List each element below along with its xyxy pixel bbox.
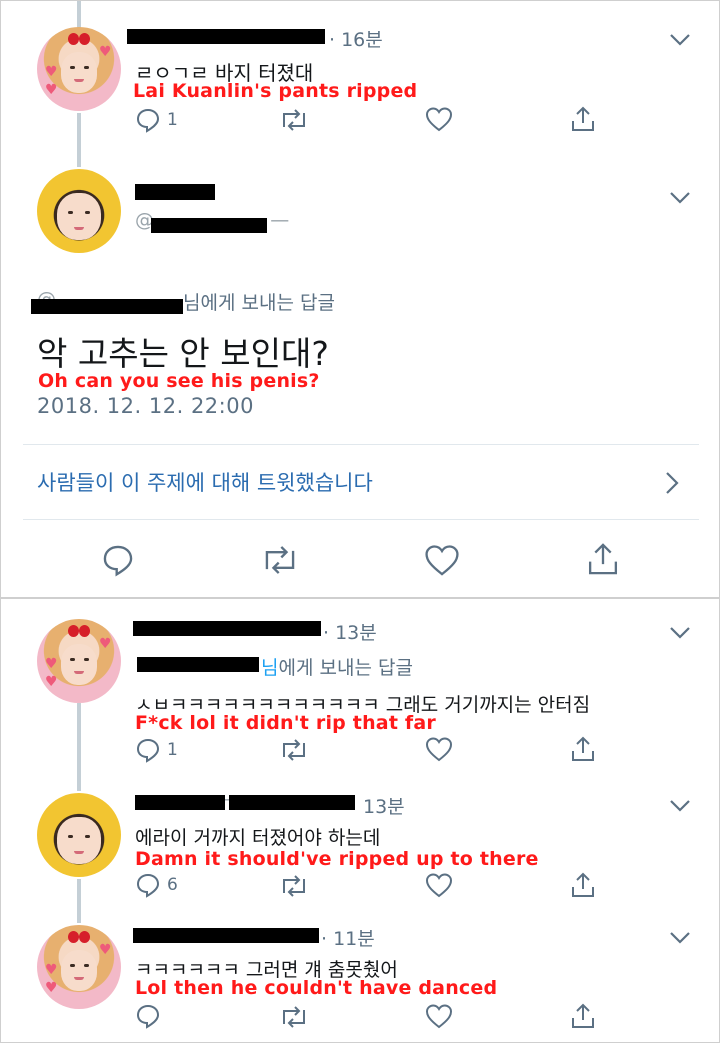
reply-button[interactable]: 1 bbox=[135, 737, 178, 763]
bow-icon bbox=[68, 33, 90, 45]
reply-icon bbox=[136, 738, 160, 763]
share-button[interactable] bbox=[569, 735, 597, 763]
reply-icon bbox=[103, 545, 133, 577]
like-icon bbox=[425, 873, 453, 898]
tweet-detail-panel: ♥ ♥ ♥ — — — — — — — · 16분 ㄹㅇㄱㄹ 바지 터졌대 La… bbox=[0, 0, 720, 598]
translation-caption: F*ck lol it didn't rip that far bbox=[135, 712, 436, 734]
like-button[interactable] bbox=[425, 1003, 453, 1029]
heart-decoration-icon: ♥ bbox=[99, 44, 112, 60]
retweet-icon bbox=[283, 1006, 305, 1028]
thread-line bbox=[77, 1, 81, 29]
avatar[interactable] bbox=[37, 793, 121, 877]
like-button[interactable] bbox=[425, 872, 453, 898]
like-icon bbox=[425, 737, 453, 762]
thread-line bbox=[77, 113, 81, 167]
thread-line bbox=[77, 879, 81, 923]
translation-caption: Oh can you see his penis? bbox=[38, 370, 320, 392]
heart-decoration-icon: ♥ bbox=[45, 980, 58, 996]
tweet-time: · 16분 bbox=[329, 29, 383, 51]
chevron-down-icon[interactable] bbox=[669, 799, 691, 813]
main-tweet-text: 악 고추는 안 보인대? bbox=[37, 334, 329, 373]
like-button[interactable] bbox=[425, 106, 453, 132]
tweet-time: · 13분 bbox=[323, 622, 377, 644]
mention-link[interactable]: 님 bbox=[261, 657, 278, 679]
reply-button[interactable]: 1 bbox=[135, 107, 178, 133]
share-icon bbox=[572, 736, 594, 761]
like-button[interactable] bbox=[424, 543, 460, 577]
retweet-icon bbox=[283, 875, 305, 897]
chevron-down-icon[interactable] bbox=[669, 191, 691, 205]
retweet-icon bbox=[265, 546, 295, 574]
like-icon bbox=[425, 545, 459, 576]
reply-count: 1 bbox=[167, 110, 178, 130]
tweet-time: · 11분 bbox=[321, 928, 375, 950]
reply-button[interactable] bbox=[101, 543, 135, 577]
chevron-down-icon[interactable] bbox=[669, 931, 691, 945]
bow-icon bbox=[68, 931, 90, 943]
heart-decoration-icon: ♥ bbox=[45, 64, 58, 80]
tweet-time: 13분 bbox=[363, 796, 405, 818]
like-button[interactable] bbox=[425, 736, 453, 762]
retweet-button[interactable] bbox=[279, 873, 309, 899]
retweet-button[interactable] bbox=[279, 1004, 309, 1030]
reply-button[interactable]: 6 bbox=[135, 872, 178, 898]
share-icon bbox=[588, 543, 618, 575]
chevron-right-icon[interactable] bbox=[665, 471, 679, 495]
retweet-button[interactable] bbox=[279, 107, 309, 133]
thread-line bbox=[77, 703, 81, 791]
redacted-handle bbox=[151, 218, 267, 233]
redacted-username bbox=[133, 621, 321, 636]
share-icon bbox=[572, 106, 594, 131]
reply-icon bbox=[136, 1004, 160, 1029]
like-icon bbox=[425, 107, 453, 132]
share-button[interactable] bbox=[585, 541, 621, 577]
like-icon bbox=[425, 1004, 453, 1029]
avatar[interactable]: ♥ ♥ ♥ bbox=[37, 27, 121, 111]
topic-link[interactable]: 사람들이 이 주제에 대해 트윗했습니다 bbox=[37, 467, 373, 497]
reply-icon bbox=[136, 108, 160, 133]
chevron-down-icon[interactable] bbox=[669, 626, 691, 640]
translation-caption: Lai Kuanlin's pants ripped bbox=[133, 80, 418, 102]
avatar[interactable]: ♥ ♥ ♥ bbox=[37, 619, 121, 703]
redacted-mention bbox=[31, 299, 183, 314]
bow-icon bbox=[68, 625, 90, 637]
retweet-button[interactable] bbox=[279, 737, 309, 763]
tweet-text: 에라이 거까지 터졌어야 하는데 bbox=[135, 827, 381, 849]
avatar[interactable] bbox=[37, 169, 121, 253]
retweet-icon bbox=[283, 109, 305, 131]
replying-to-label: 님에게 보내는 답글 bbox=[183, 292, 335, 314]
divider bbox=[23, 444, 699, 445]
translation-caption: Lol then he couldn't have danced bbox=[135, 977, 498, 999]
replies-panel: ♥ ♥ ♥ — — — — — — — · 13분 님에게 보내는 답글 ㅅㅂㅋ… bbox=[0, 598, 720, 1043]
heart-decoration-icon: ♥ bbox=[99, 636, 112, 652]
tweet-timestamp: 2018. 12. 12. 22:00 bbox=[37, 394, 254, 418]
redacted-username bbox=[127, 29, 325, 44]
share-button[interactable] bbox=[569, 105, 597, 133]
chevron-down-icon[interactable] bbox=[669, 33, 691, 47]
share-icon bbox=[572, 1003, 594, 1028]
heart-decoration-icon: ♥ bbox=[45, 82, 58, 98]
share-button[interactable] bbox=[569, 871, 597, 899]
share-button[interactable] bbox=[569, 1002, 597, 1030]
reply-count: 6 bbox=[167, 875, 178, 895]
retweet-button[interactable] bbox=[260, 543, 300, 577]
heart-decoration-icon: ♥ bbox=[45, 674, 58, 690]
heart-decoration-icon: ♥ bbox=[45, 962, 58, 978]
divider bbox=[23, 519, 699, 520]
redacted-username bbox=[133, 928, 319, 943]
reply-button[interactable] bbox=[135, 1003, 161, 1029]
heart-decoration-icon: ♥ bbox=[45, 656, 58, 672]
share-icon bbox=[572, 872, 594, 897]
reply-icon bbox=[136, 873, 160, 898]
redacted-display-name bbox=[135, 184, 215, 200]
retweet-icon bbox=[283, 739, 305, 761]
redacted-handle bbox=[229, 795, 355, 810]
heart-decoration-icon: ♥ bbox=[99, 942, 112, 958]
redacted-username bbox=[135, 795, 225, 810]
reply-count: 1 bbox=[167, 740, 178, 760]
redacted-mention bbox=[137, 657, 259, 672]
translation-caption: Damn it should've ripped up to there bbox=[135, 848, 539, 870]
avatar[interactable]: ♥ ♥ ♥ bbox=[37, 925, 121, 1009]
